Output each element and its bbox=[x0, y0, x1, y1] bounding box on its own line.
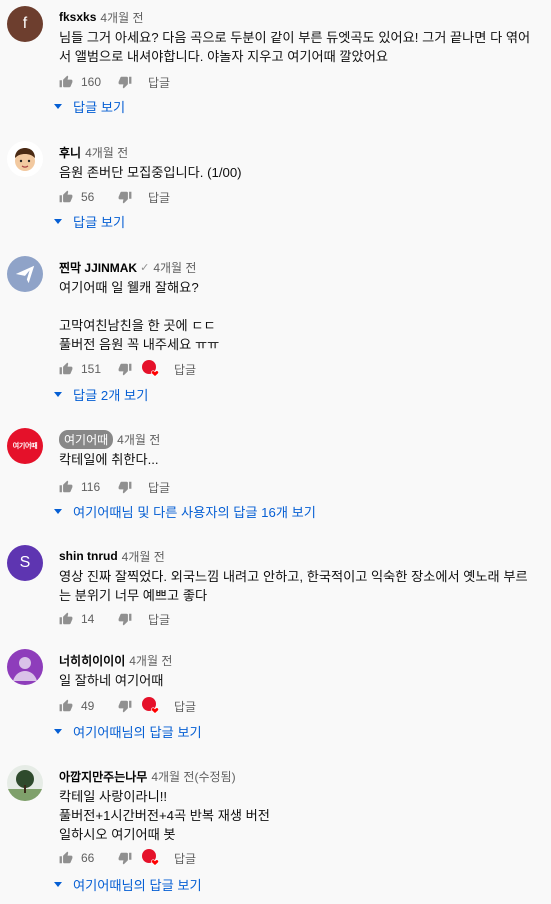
thumbs-up-icon[interactable] bbox=[59, 190, 73, 204]
view-replies-link[interactable]: 답글 보기 bbox=[54, 96, 125, 116]
view-replies-link[interactable]: 여기어때님의 답글 보기 bbox=[54, 721, 202, 741]
thumbs-up-icon[interactable] bbox=[59, 612, 73, 626]
comment-actions: 49 답글 bbox=[59, 694, 196, 718]
thumbs-up-icon[interactable] bbox=[59, 362, 73, 376]
comment-actions: 160 답글 bbox=[59, 70, 170, 94]
view-replies-link[interactable]: 여기어때님 및 다른 사용자의 답글 16개 보기 bbox=[54, 501, 316, 521]
comment-author-badge[interactable]: 여기어때 bbox=[59, 429, 114, 449]
thumbs-up-icon[interactable] bbox=[59, 851, 73, 865]
comment-actions: 151 답글 bbox=[59, 357, 196, 381]
paper-plane-icon bbox=[15, 265, 35, 284]
comment-text: 칵테일 사랑이라니!! 풀버전+1시간버전+4곡 반복 재생 버전 일하시오 여기어… bbox=[59, 789, 270, 842]
comment-actions: 56 답글 bbox=[59, 185, 170, 209]
avatar-letter: f bbox=[22, 15, 28, 32]
comment-author[interactable]: 후니 bbox=[59, 144, 81, 161]
thumbs-up-icon[interactable] bbox=[59, 480, 73, 494]
view-replies-link[interactable]: 여기어때님의 답글 보기 bbox=[54, 874, 202, 894]
comment-actions: 14 답글 bbox=[59, 607, 170, 631]
brand-logo: 여기어때 bbox=[12, 443, 38, 450]
default-user-icon bbox=[13, 657, 37, 681]
reply-button[interactable]: 답글 bbox=[148, 611, 170, 628]
avatar[interactable]: 여기어때 bbox=[7, 428, 43, 464]
comment-text: 영상 진짜 잘찍었다. 외국느낌 내려고 안하고, 한국적이고 익숙한 장소에서… bbox=[59, 569, 528, 603]
comment-text: 여기어때 일 웰캐 잘해요? 고막여친남친을 한 곳에 ㄷㄷ 풀버전 음원 꼭 내주… bbox=[59, 280, 220, 352]
avatar[interactable] bbox=[7, 765, 43, 801]
comment-time[interactable]: 4개월 전 bbox=[85, 144, 128, 161]
comment-actions: 116 답글 bbox=[59, 475, 170, 499]
avatar[interactable] bbox=[7, 141, 43, 177]
chevron-down-icon bbox=[54, 218, 62, 224]
chevron-down-icon bbox=[54, 881, 62, 887]
like-count: 116 bbox=[81, 480, 101, 494]
chevron-down-icon bbox=[54, 103, 62, 109]
like-count: 56 bbox=[81, 190, 95, 204]
comment-author[interactable]: shin tnrud bbox=[59, 549, 118, 563]
thumbs-down-icon[interactable] bbox=[118, 851, 132, 865]
avatar[interactable]: f bbox=[7, 6, 43, 42]
chevron-down-icon bbox=[54, 391, 62, 397]
thumbs-down-icon[interactable] bbox=[118, 612, 132, 626]
comment-text: 일 잘하네 여기어때 bbox=[59, 673, 164, 688]
comment-time[interactable]: 4개월 전 bbox=[117, 431, 160, 448]
avatar[interactable] bbox=[7, 256, 43, 292]
thumbs-down-icon[interactable] bbox=[118, 190, 132, 204]
creator-heart-icon bbox=[142, 360, 159, 377]
comment-time[interactable]: 4개월 전 bbox=[122, 548, 165, 565]
like-count: 151 bbox=[81, 362, 102, 376]
comment-time[interactable]: 4개월 전 bbox=[129, 652, 172, 669]
like-count: 49 bbox=[81, 699, 95, 713]
comment-author[interactable]: fksxks bbox=[59, 10, 96, 24]
thumbs-down-icon[interactable] bbox=[118, 362, 132, 376]
reply-button[interactable]: 답글 bbox=[148, 189, 170, 206]
chevron-down-icon bbox=[54, 728, 62, 734]
tree-icon bbox=[7, 770, 43, 801]
thumbs-down-icon[interactable] bbox=[118, 699, 132, 713]
creator-heart-icon bbox=[142, 697, 159, 714]
chevron-down-icon bbox=[54, 508, 62, 514]
avatar[interactable] bbox=[7, 649, 43, 685]
reply-button[interactable]: 답글 bbox=[174, 850, 196, 867]
comment-text: 님들 그거 아세요? 다음 곡으로 두분이 같이 부른 듀엣곡도 있어요! 그거… bbox=[59, 30, 531, 64]
comment-text: 칵테일에 취한다... bbox=[59, 452, 159, 467]
reply-button[interactable]: 답글 bbox=[148, 479, 170, 496]
thumbs-down-icon[interactable] bbox=[118, 480, 132, 494]
like-count: 14 bbox=[81, 612, 95, 626]
avatar-letter: S bbox=[19, 554, 31, 571]
comment-author[interactable]: 아깝지만주는나무 bbox=[59, 768, 147, 785]
view-replies-link[interactable]: 답글 2개 보기 bbox=[54, 384, 148, 404]
thumbs-up-icon[interactable] bbox=[59, 699, 73, 713]
comment-time[interactable]: 4개월 전 bbox=[153, 259, 196, 276]
comment-text: 음원 존버단 모집중입니다. (1/00) bbox=[59, 165, 242, 180]
thumbs-up-icon[interactable] bbox=[59, 75, 73, 89]
comment-actions: 66 답글 bbox=[59, 846, 196, 870]
avatar[interactable]: S bbox=[7, 545, 43, 581]
comment-author[interactable]: 너히히이이이 bbox=[59, 652, 125, 669]
comment-time[interactable]: 4개월 전(수정됨) bbox=[151, 768, 235, 785]
comment-time[interactable]: 4개월 전 bbox=[100, 9, 143, 26]
reply-button[interactable]: 답글 bbox=[174, 698, 196, 715]
reply-button[interactable]: 답글 bbox=[174, 361, 196, 378]
thumbs-down-icon[interactable] bbox=[118, 75, 132, 89]
comment-author[interactable]: 찐막 JJINMAK bbox=[59, 259, 137, 276]
view-replies-link[interactable]: 답글 보기 bbox=[54, 211, 125, 231]
boy-face-icon bbox=[15, 148, 35, 171]
reply-button[interactable]: 답글 bbox=[148, 74, 170, 91]
creator-heart-icon bbox=[142, 849, 159, 866]
like-count: 160 bbox=[81, 75, 102, 89]
verified-check-icon: ✓ bbox=[140, 261, 150, 274]
like-count: 66 bbox=[81, 851, 95, 865]
